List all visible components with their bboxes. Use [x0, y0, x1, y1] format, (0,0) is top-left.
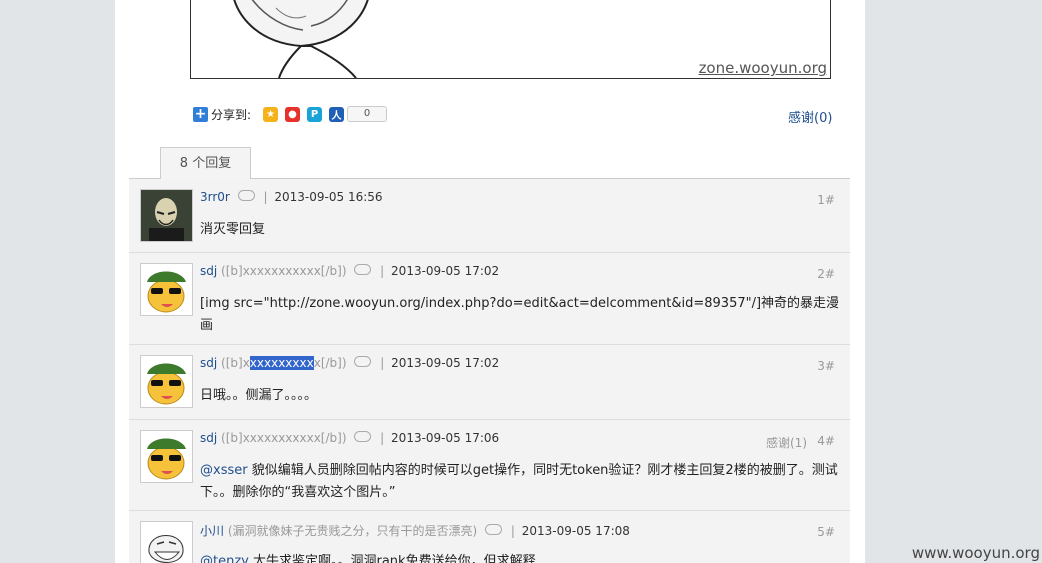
username-link[interactable]: sdj	[200, 356, 217, 370]
floor-number[interactable]: 4#	[817, 434, 835, 448]
username-link[interactable]: 3rr0r	[200, 190, 230, 204]
user-signature: ([b]xxxxxxxxxxx[/b])	[221, 264, 347, 278]
reply-content: @xsser 貌似编辑人员删除回帖内容的时候可以get操作，同时无token验证…	[200, 463, 838, 500]
reply-item: sdj ([b]xxxxxxxxxxx[/b]) | 2013-09-05 17…	[129, 345, 850, 420]
reply-item: sdj ([b]xxxxxxxxxxx[/b]) | 2013-09-05 17…	[129, 253, 850, 345]
reply-item: 3rr0r | 2013-09-05 16:56 1# 消灭零回复	[129, 179, 850, 253]
reply-content: 消灭零回复	[200, 222, 266, 237]
floor-number[interactable]: 3#	[817, 359, 835, 373]
avatar-image	[141, 190, 192, 241]
separator: |	[380, 356, 385, 370]
cloud-icon	[354, 431, 372, 442]
avatar[interactable]	[140, 430, 193, 483]
share-bar: + 分享到: ★ ● P 人 0	[193, 104, 388, 124]
mention-link[interactable]: @tenzy	[200, 554, 249, 563]
reply-item: 小川 (漏洞就像妹子无贵贱之分，只有干的是否漂亮) | 2013-09-05 1…	[129, 511, 850, 563]
reply-meta: sdj ([b]xxxxxxxxxxx[/b]) | 2013-09-05 17…	[200, 356, 499, 370]
floor-number[interactable]: 1#	[817, 193, 835, 207]
floor-number[interactable]: 2#	[817, 267, 835, 281]
cloud-icon	[354, 356, 372, 367]
username-link[interactable]: sdj	[200, 431, 217, 445]
reply-meta: 小川 (漏洞就像妹子无贵贱之分，只有干的是否漂亮) | 2013-09-05 1…	[200, 522, 630, 539]
floor-number[interactable]: 5#	[817, 525, 835, 539]
cloud-icon	[237, 190, 255, 201]
cloud-icon	[354, 264, 372, 275]
reply-meta: sdj ([b]xxxxxxxxxxx[/b]) | 2013-09-05 17…	[200, 264, 499, 278]
username-link[interactable]: 小川	[200, 524, 224, 538]
comic-watermark: zone.wooyun.org	[698, 59, 827, 77]
renren-icon[interactable]: 人	[329, 106, 345, 122]
avatar-image	[141, 356, 192, 407]
mention-link[interactable]: @xsser	[200, 463, 248, 478]
avatar[interactable]	[140, 355, 193, 408]
weibo-icon[interactable]: ●	[285, 106, 301, 122]
reply-content: [img src="http://zone.wooyun.org/index.p…	[200, 296, 840, 333]
separator: |	[380, 264, 385, 278]
tab-replies[interactable]: 8 个回复	[160, 147, 251, 179]
share-label: 分享到:	[211, 107, 252, 122]
site-watermark: www.wooyun.org	[911, 544, 1040, 562]
reply-content: @tenzy 大牛求鉴定啊。。洞洞rank免费送给你，但求解释	[200, 551, 840, 563]
tencent-weibo-icon[interactable]: P	[307, 106, 323, 122]
avatar[interactable]	[140, 521, 193, 563]
thanks-link[interactable]: 感谢(0)	[788, 107, 832, 126]
separator: |	[510, 524, 515, 538]
reply-item: sdj ([b]xxxxxxxxxxx[/b]) | 2013-09-05 17…	[129, 420, 850, 511]
comic-image: zone.wooyun.org	[190, 0, 831, 79]
qzone-icon[interactable]: ★	[263, 106, 279, 122]
avatar-image	[141, 264, 192, 315]
username-link[interactable]: sdj	[200, 264, 217, 278]
separator: |	[380, 431, 385, 445]
separator: |	[263, 190, 268, 204]
reply-time: 2013-09-05 17:08	[521, 524, 630, 538]
post-page: zone.wooyun.org + 分享到: ★ ● P 人 0 感谢(0) 8…	[115, 0, 865, 563]
avatar[interactable]	[140, 189, 193, 242]
user-signature: (漏洞就像妹子无贵贱之分，只有干的是否漂亮)	[227, 524, 478, 538]
user-signature: ([b]xxxxxxxxxxx[/b])	[221, 431, 347, 445]
reply-time: 2013-09-05 17:02	[391, 356, 500, 370]
reply-meta: sdj ([b]xxxxxxxxxxx[/b]) | 2013-09-05 17…	[200, 431, 499, 445]
share-count: 0	[347, 106, 388, 122]
reply-time: 2013-09-05 16:56	[274, 190, 383, 204]
avatar-image	[141, 431, 192, 482]
cloud-icon	[485, 524, 503, 535]
avatar[interactable]	[140, 263, 193, 316]
reply-content: 日哦。。侧漏了。。。。	[200, 388, 318, 403]
reply-time: 2013-09-05 17:06	[391, 431, 500, 445]
reply-thanks-link[interactable]: 感谢(1)	[766, 434, 807, 451]
user-signature: ([b]xxxxxxxxxxx[/b])	[221, 356, 347, 370]
avatar-image	[141, 522, 192, 563]
share-plus-icon[interactable]: +	[193, 106, 208, 122]
text-selection: xxxxxxxxx	[249, 356, 314, 370]
reply-meta: 3rr0r | 2013-09-05 16:56	[200, 190, 383, 204]
reply-time: 2013-09-05 17:02	[391, 264, 500, 278]
